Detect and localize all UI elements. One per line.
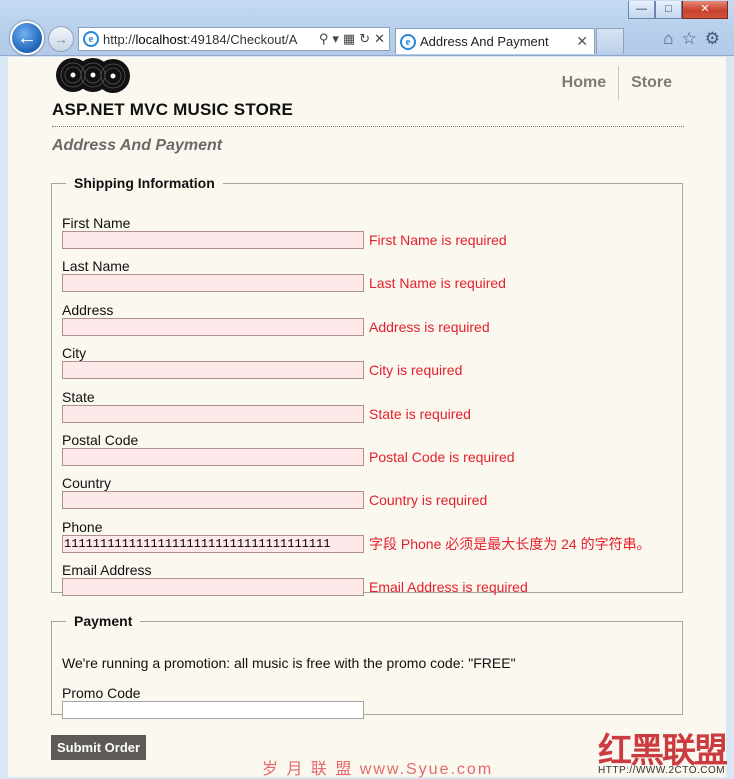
address-group: Address Address is required <box>62 302 490 336</box>
close-tab-icon[interactable]: ✕ <box>576 33 588 50</box>
submit-order-button[interactable]: Submit Order <box>51 735 147 760</box>
phone-label: Phone <box>62 519 103 535</box>
phone-group: Phone 字段 Phone 必须是最大长度为 24 的字符串。 <box>62 519 651 553</box>
last-name-error: Last Name is required <box>369 275 506 291</box>
ie-logo-icon: e <box>83 31 99 47</box>
browser-chrome: — □ ✕ ← → e http://localhost:49184/Check… <box>0 0 734 56</box>
postal-code-field[interactable] <box>62 448 364 466</box>
country-error: Country is required <box>369 492 488 508</box>
address-field[interactable] <box>62 318 364 336</box>
phone-field[interactable] <box>62 535 364 553</box>
main-nav: Home Store <box>550 66 684 100</box>
promo-code-group: Promo Code <box>62 685 364 720</box>
nav-store-link[interactable]: Store <box>619 66 684 100</box>
tab-title: Address And Payment <box>420 34 549 49</box>
first-name-field[interactable] <box>62 231 364 249</box>
maximize-icon[interactable]: □ <box>655 1 682 19</box>
search-icon[interactable]: ⚲ <box>319 31 329 47</box>
promo-code-field[interactable] <box>62 701 364 719</box>
state-error: State is required <box>369 406 471 422</box>
tools-gear-icon[interactable]: ⚙ <box>705 29 720 49</box>
home-icon[interactable]: ⌂ <box>663 29 673 49</box>
back-arrow-icon[interactable]: ← <box>10 21 44 55</box>
forward-arrow-icon[interactable]: → <box>48 26 74 52</box>
refresh-icon[interactable]: ↻ <box>359 31 370 47</box>
nav-home-link[interactable]: Home <box>550 66 620 100</box>
first-name-error: First Name is required <box>369 232 507 248</box>
promo-code-label: Promo Code <box>62 685 141 701</box>
postal-code-label: Postal Code <box>62 432 139 448</box>
promo-text: We're running a promotion: all music is … <box>62 655 516 671</box>
address-label: Address <box>62 302 114 318</box>
shipping-fieldset: Shipping Information First Name First Na… <box>51 175 683 596</box>
shipping-legend: Shipping Information <box>74 175 215 191</box>
stop-icon[interactable]: ✕ <box>374 31 385 47</box>
country-label: Country <box>62 475 112 491</box>
email-label: Email Address <box>62 562 152 578</box>
new-tab-button[interactable] <box>596 28 624 54</box>
dropdown-icon[interactable]: ▾ <box>332 31 339 47</box>
close-window-icon[interactable]: ✕ <box>682 1 728 19</box>
email-field[interactable] <box>62 578 364 596</box>
window-controls: — □ ✕ <box>628 1 728 19</box>
address-url[interactable]: http://localhost:49184/Checkout/A <box>103 32 319 47</box>
header-divider <box>52 126 684 127</box>
email-error: Email Address is required <box>369 579 528 595</box>
postal-code-error: Postal Code is required <box>369 449 515 465</box>
watermark-syue: 岁 月 联 盟 www.Syue.com <box>262 761 494 778</box>
phone-error: 字段 Phone 必须是最大长度为 24 的字符串。 <box>369 536 651 552</box>
city-group: City City is required <box>62 345 462 379</box>
site-title: ASP.NET MVC MUSIC STORE <box>52 100 294 119</box>
city-label: City <box>62 345 87 361</box>
browser-tab[interactable]: e Address And Payment ✕ <box>395 28 595 54</box>
first-name-label: First Name <box>62 215 131 231</box>
music-records-logo-icon[interactable] <box>53 57 135 100</box>
state-group: State State is required <box>62 389 471 423</box>
minimize-icon[interactable]: — <box>628 1 655 19</box>
postal-code-group: Postal Code Postal Code is required <box>62 432 515 466</box>
last-name-field[interactable] <box>62 274 364 292</box>
state-label: State <box>62 389 95 405</box>
payment-legend: Payment <box>74 613 133 629</box>
address-bar[interactable]: e http://localhost:49184/Checkout/A ⚲ ▾ … <box>78 27 390 51</box>
email-group: Email Address Email Address is required <box>62 562 528 596</box>
compatibility-icon[interactable]: ▦ <box>343 31 355 47</box>
page-content: ASP.NET MVC MUSIC STORE Home Store Addre… <box>8 57 728 778</box>
city-error: City is required <box>369 362 463 378</box>
city-field[interactable] <box>62 361 364 379</box>
last-name-group: Last Name Last Name is required <box>62 258 506 292</box>
first-name-group: First Name First Name is required <box>62 215 507 249</box>
payment-fieldset: Payment We're running a promotion: all m… <box>51 613 683 719</box>
country-group: Country Country is required <box>62 475 487 509</box>
last-name-label: Last Name <box>62 258 130 274</box>
watermark-2cto-url: HTTP://WWW.2CTO.COM <box>598 765 726 776</box>
tab-ie-icon: e <box>400 33 416 50</box>
page-title: Address And Payment <box>52 137 223 154</box>
country-field[interactable] <box>62 491 364 509</box>
favorites-star-icon[interactable]: ☆ <box>682 29 697 49</box>
state-field[interactable] <box>62 405 364 423</box>
address-error: Address is required <box>369 319 490 335</box>
